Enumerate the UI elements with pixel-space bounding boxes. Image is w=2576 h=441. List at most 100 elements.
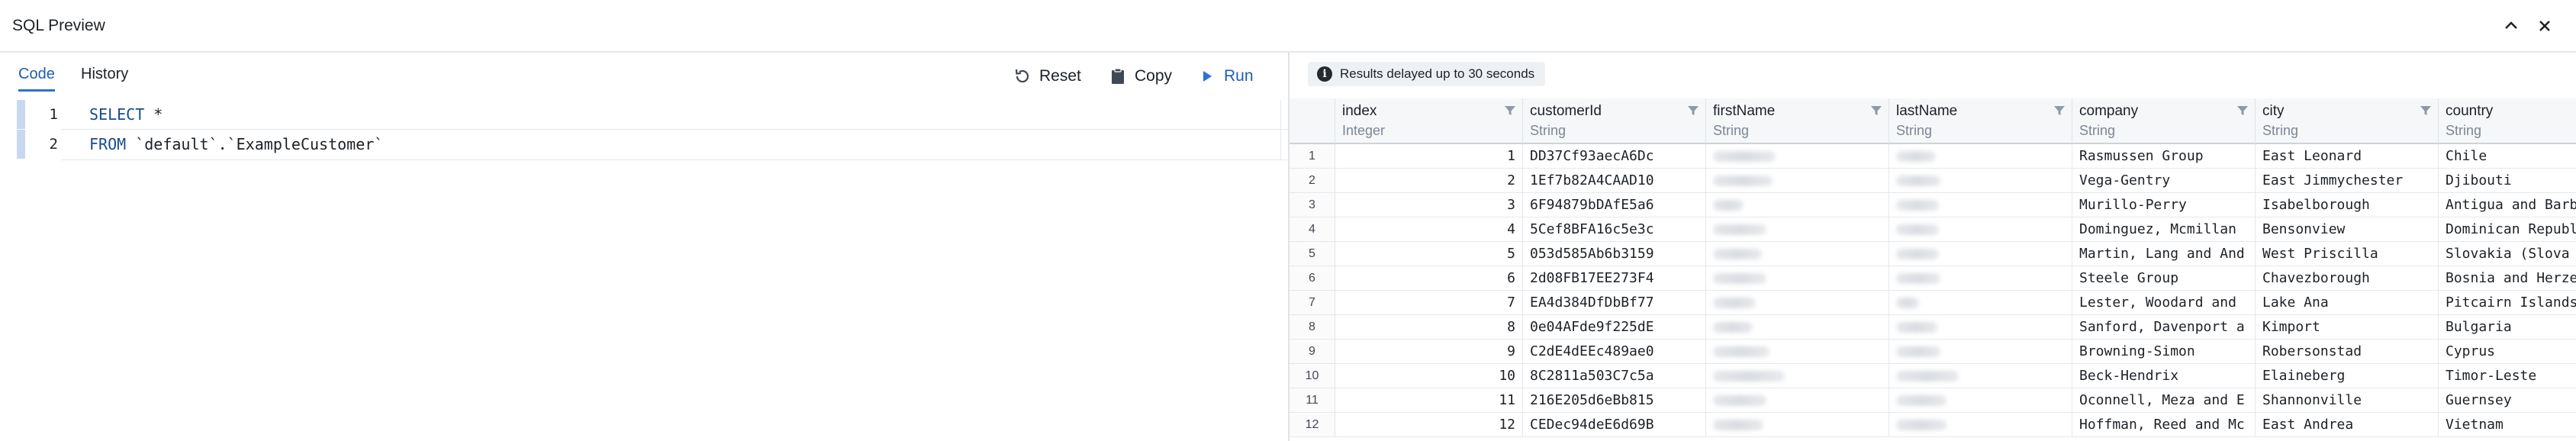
table-cell-city[interactable]: Elaineberg	[2256, 364, 2439, 388]
table-cell-firstname[interactable]	[1706, 315, 1889, 340]
code-editor[interactable]: 1 SELECT * 2 FROM `default`.`ExampleCust…	[0, 100, 1288, 441]
row-number[interactable]: 10	[1290, 364, 1335, 388]
table-cell-country[interactable]: Antigua and Barb	[2439, 193, 2576, 217]
table-cell-firstname[interactable]	[1706, 242, 1889, 266]
table-cell-customerid[interactable]: CEDec94deE6d69B	[1523, 413, 1706, 437]
filter-icon[interactable]	[1687, 105, 1699, 116]
row-number[interactable]: 9	[1290, 340, 1335, 364]
table-cell-customerid[interactable]: 6F94879bDAfE5a6	[1523, 193, 1706, 217]
table-cell-country[interactable]: Guernsey	[2439, 388, 2576, 413]
run-button[interactable]: Run	[1198, 63, 1254, 89]
table-cell-customerid[interactable]: 216E205d6eBb815	[1523, 388, 1706, 413]
table-cell-lastname[interactable]	[1889, 340, 2072, 364]
table-cell-customerid[interactable]: 053d585Ab6b3159	[1523, 242, 1706, 266]
table-cell-customerid[interactable]: 8C2811a503C7c5a	[1523, 364, 1706, 388]
table-cell-country[interactable]: Cyprus	[2439, 340, 2576, 364]
row-number[interactable]: 11	[1290, 388, 1335, 413]
table-cell-index[interactable]: 7	[1335, 291, 1523, 315]
table-cell-customerid[interactable]: 0e04AFde9f225dE	[1523, 315, 1706, 340]
table-cell-country[interactable]: Bulgaria	[2439, 315, 2576, 340]
table-cell-index[interactable]: 4	[1335, 217, 1523, 242]
table-cell-city[interactable]: Isabelborough	[2256, 193, 2439, 217]
column-header-index[interactable]: index Integer	[1335, 98, 1523, 144]
row-number[interactable]: 6	[1290, 266, 1335, 291]
table-cell-firstname[interactable]	[1706, 217, 1889, 242]
table-cell-lastname[interactable]	[1889, 315, 2072, 340]
table-cell-lastname[interactable]	[1889, 144, 2072, 169]
table-cell-lastname[interactable]	[1889, 266, 2072, 291]
table-cell-customerid[interactable]: 1Ef7b82A4CAAD10	[1523, 169, 1706, 193]
table-cell-country[interactable]: Slovakia (Slova	[2439, 242, 2576, 266]
table-cell-company[interactable]: Vega-Gentry	[2072, 169, 2256, 193]
table-cell-customerid[interactable]: C2dE4dEEc489ae0	[1523, 340, 1706, 364]
editor-line[interactable]: 1 SELECT *	[0, 100, 1288, 129]
table-cell-company[interactable]: Hoffman, Reed and Mc	[2072, 413, 2256, 437]
table-cell-firstname[interactable]	[1706, 144, 1889, 169]
filter-icon[interactable]	[1870, 105, 1882, 116]
table-cell-lastname[interactable]	[1889, 413, 2072, 437]
table-cell-company[interactable]: Lester, Woodard and	[2072, 291, 2256, 315]
table-cell-city[interactable]: West Priscilla	[2256, 242, 2439, 266]
table-cell-city[interactable]: Shannonville	[2256, 388, 2439, 413]
row-number[interactable]: 7	[1290, 291, 1335, 315]
table-cell-index[interactable]: 2	[1335, 169, 1523, 193]
table-cell-customerid[interactable]: 5Cef8BFA16c5e3c	[1523, 217, 1706, 242]
table-cell-country[interactable]: Dominican Republ	[2439, 217, 2576, 242]
row-number[interactable]: 8	[1290, 315, 1335, 340]
table-cell-company[interactable]: Sanford, Davenport a	[2072, 315, 2256, 340]
table-cell-city[interactable]: Robersonstad	[2256, 340, 2439, 364]
table-cell-lastname[interactable]	[1889, 169, 2072, 193]
table-cell-firstname[interactable]	[1706, 193, 1889, 217]
table-cell-index[interactable]: 3	[1335, 193, 1523, 217]
tab-history[interactable]: History	[81, 66, 128, 89]
table-cell-firstname[interactable]	[1706, 291, 1889, 315]
tab-code[interactable]: Code	[18, 66, 55, 92]
table-cell-country[interactable]: Vietnam	[2439, 413, 2576, 437]
table-cell-lastname[interactable]	[1889, 388, 2072, 413]
table-cell-company[interactable]: Rasmussen Group	[2072, 144, 2256, 169]
table-cell-index[interactable]: 6	[1335, 266, 1523, 291]
column-header-customerid[interactable]: customerId String	[1523, 98, 1706, 144]
reset-button[interactable]: Reset	[1013, 63, 1081, 89]
row-number[interactable]: 12	[1290, 413, 1335, 437]
table-cell-company[interactable]: Oconnell, Meza and E	[2072, 388, 2256, 413]
column-header-lastname[interactable]: lastName String	[1889, 98, 2072, 144]
table-cell-company[interactable]: Beck-Hendrix	[2072, 364, 2256, 388]
table-cell-lastname[interactable]	[1889, 242, 2072, 266]
table-cell-index[interactable]: 10	[1335, 364, 1523, 388]
table-cell-city[interactable]: Chavezborough	[2256, 266, 2439, 291]
column-header-city[interactable]: city String	[2256, 98, 2439, 144]
table-cell-firstname[interactable]	[1706, 266, 1889, 291]
column-header-company[interactable]: company String	[2072, 98, 2256, 144]
table-cell-index[interactable]: 11	[1335, 388, 1523, 413]
table-cell-lastname[interactable]	[1889, 291, 2072, 315]
table-cell-city[interactable]: East Andrea	[2256, 413, 2439, 437]
filter-icon[interactable]	[2420, 105, 2432, 116]
table-cell-index[interactable]: 12	[1335, 413, 1523, 437]
table-cell-company[interactable]: Steele Group	[2072, 266, 2256, 291]
row-number[interactable]: 2	[1290, 169, 1335, 193]
chevron-up-icon[interactable]	[2498, 13, 2524, 39]
table-cell-country[interactable]: Pitcairn Islands	[2439, 291, 2576, 315]
table-cell-city[interactable]: Bensonview	[2256, 217, 2439, 242]
table-cell-firstname[interactable]	[1706, 340, 1889, 364]
table-cell-company[interactable]: Martin, Lang and And	[2072, 242, 2256, 266]
copy-button[interactable]: Copy	[1109, 63, 1172, 89]
close-icon[interactable]	[2532, 13, 2558, 39]
filter-icon[interactable]	[2236, 105, 2249, 116]
table-cell-company[interactable]: Browning-Simon	[2072, 340, 2256, 364]
table-cell-firstname[interactable]	[1706, 388, 1889, 413]
table-cell-firstname[interactable]	[1706, 364, 1889, 388]
table-cell-customerid[interactable]: 2d08FB17EE273F4	[1523, 266, 1706, 291]
column-header-firstname[interactable]: firstName String	[1706, 98, 1889, 144]
row-number[interactable]: 3	[1290, 193, 1335, 217]
table-cell-city[interactable]: Kimport	[2256, 315, 2439, 340]
table-cell-lastname[interactable]	[1889, 193, 2072, 217]
column-header-country[interactable]: country String	[2439, 98, 2576, 144]
table-cell-company[interactable]: Murillo-Perry	[2072, 193, 2256, 217]
editor-line[interactable]: 2 FROM `default`.`ExampleCustomer`	[0, 130, 1288, 159]
table-cell-company[interactable]: Dominguez, Mcmillan	[2072, 217, 2256, 242]
row-number[interactable]: 4	[1290, 217, 1335, 242]
table-cell-index[interactable]: 1	[1335, 144, 1523, 169]
table-cell-country[interactable]: Bosnia and Herze	[2439, 266, 2576, 291]
